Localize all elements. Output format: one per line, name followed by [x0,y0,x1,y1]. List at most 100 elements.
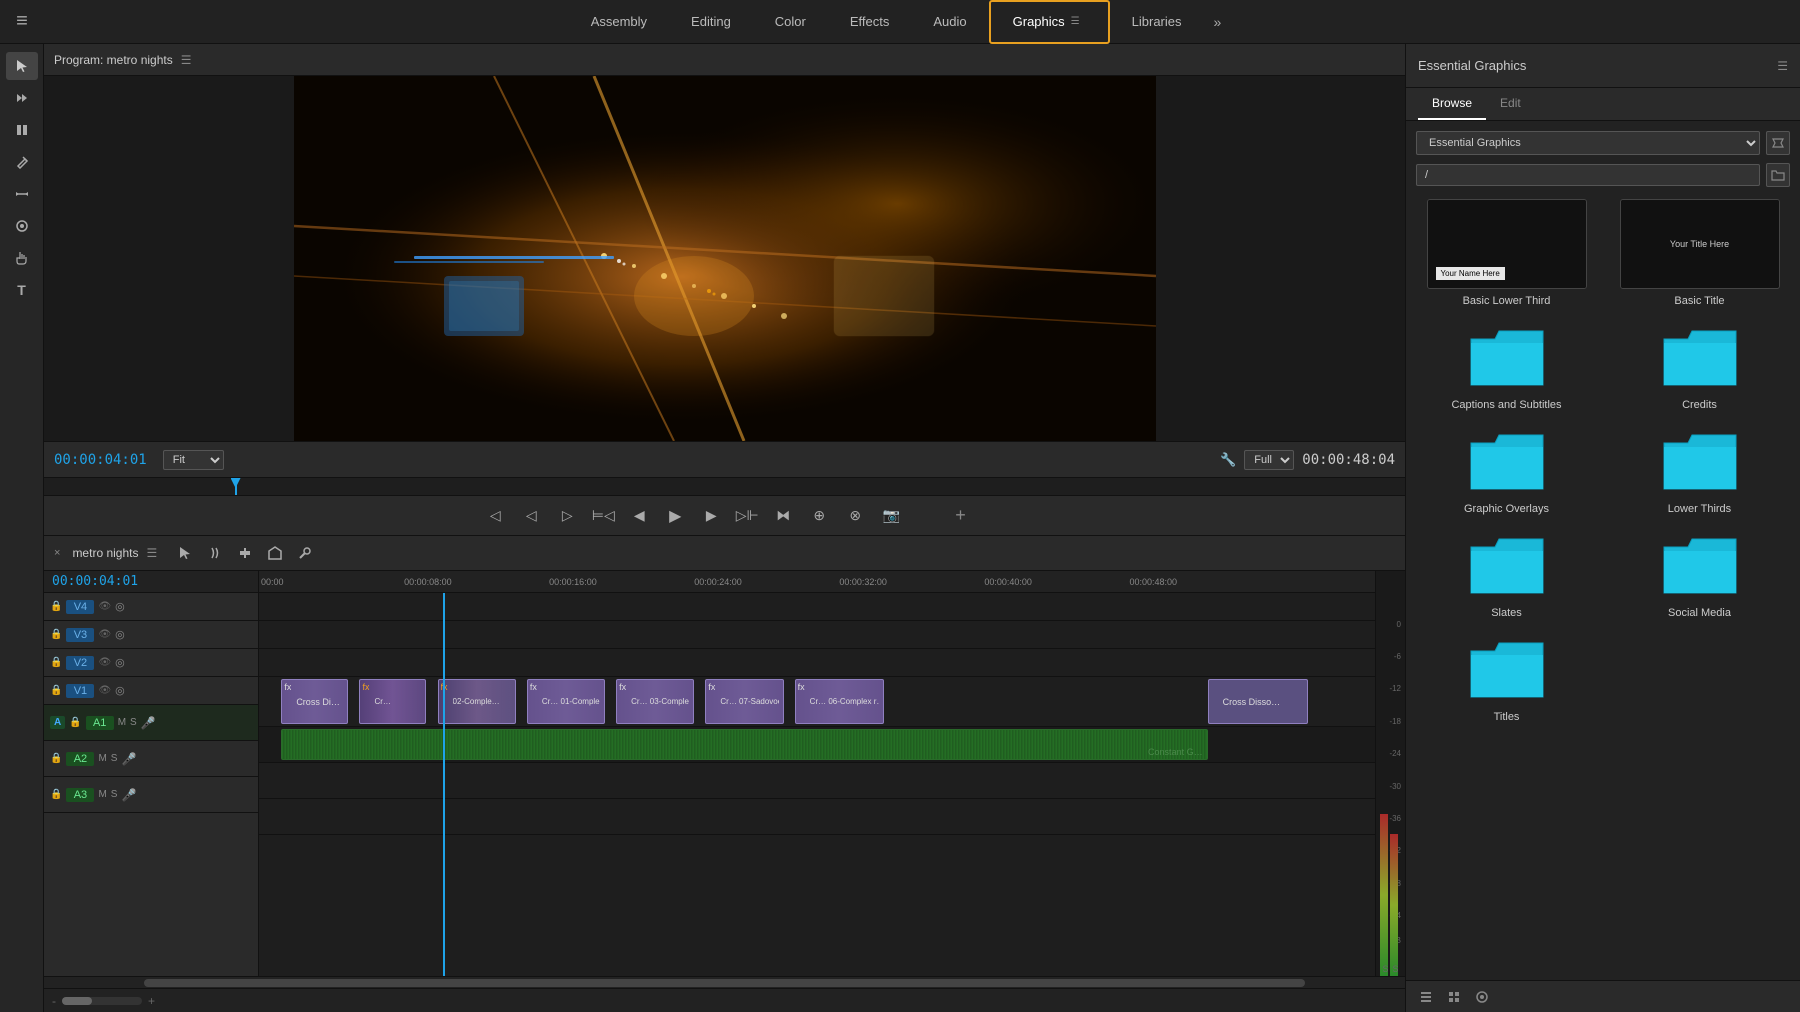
mark-in-button[interactable]: ◁ [483,504,507,528]
track-mute-a3[interactable]: M [98,789,106,800]
zoom-slider[interactable] [62,997,92,1005]
timeline-marker-tool[interactable] [263,541,287,565]
track-mute-a1[interactable]: M [118,717,126,728]
track-v4[interactable] [259,593,1375,621]
hand-tool[interactable] [6,244,38,272]
track-lock-v1[interactable]: 🔒 [50,685,62,696]
track-lock-v3[interactable]: 🔒 [50,629,62,640]
eg-path-input[interactable] [1416,164,1760,186]
track-v1[interactable]: fx Cross Di… fx Cr… fx [259,677,1375,727]
nav-item-graphics[interactable]: Graphics ☰ [989,0,1110,44]
horizontal-scrollbar[interactable] [44,976,1405,988]
eg-source-dropdown[interactable]: Essential Graphics Local Templates Folde… [1416,131,1760,155]
timeline-menu-icon[interactable]: ☰ [146,546,157,560]
track-select-tool[interactable] [6,84,38,112]
track-a1[interactable]: Constant G… [259,727,1375,763]
clip-cross-dissolve-end[interactable]: Cross Disso… [1208,679,1308,724]
type-tool[interactable]: T [6,276,38,304]
loop-button[interactable]: ⧓ [771,504,795,528]
fit-dropdown[interactable]: Fit 25% 50% 75% 100% [163,450,224,470]
close-timeline-button[interactable]: × [54,547,60,559]
track-eye-v2[interactable]: 👁 [98,657,111,668]
nav-item-assembly[interactable]: Assembly [569,0,669,44]
play-button[interactable]: ▶ [663,504,687,528]
wrench-icon[interactable]: 🔧 [1220,452,1236,468]
eg-settings-button[interactable] [1472,987,1492,1007]
clip-03[interactable]: fx Cr… 03-Comple… [616,679,694,724]
track-solo-a2[interactable]: S [111,753,118,764]
track-mute-v1[interactable]: ◎ [115,684,125,697]
clip-04[interactable]: fx Cr… [359,679,426,724]
clip-06[interactable]: fx Cr… 06-Complex r… [795,679,884,724]
nav-item-audio[interactable]: Audio [911,0,988,44]
export-frame-button[interactable]: 📷 [879,504,903,528]
track-solo-a1[interactable]: S [130,717,137,728]
clip-02[interactable]: fx 02-Comple… [438,679,516,724]
track-eye-v4[interactable]: 👁 [98,601,111,612]
folder-graphic-overlays[interactable]: Graphic Overlays [1416,427,1597,515]
slip-tool[interactable] [6,180,38,208]
folder-captions-subtitles[interactable]: Captions and Subtitles [1416,323,1597,411]
ripple-edit-tool[interactable] [6,116,38,144]
play-back-button[interactable]: ◀ [627,504,651,528]
track-mute-a2[interactable]: M [98,753,106,764]
scrubber-track[interactable] [44,478,1405,495]
timeline-zoom-out[interactable]: - [52,994,56,1008]
template-basic-lower-third[interactable]: Your Name Here Basic Lower Third [1416,199,1597,307]
step-fwd-frame-button[interactable]: ▷ [555,504,579,528]
template-basic-title[interactable]: Your Title Here Basic Title [1609,199,1790,307]
clip-07[interactable]: fx Cr… 07-Sadovoe… [705,679,783,724]
track-fwd-tool[interactable] [6,212,38,240]
quality-dropdown[interactable]: Full 1/2 1/4 1/8 [1244,450,1294,470]
insert-button[interactable]: ⊕ [807,504,831,528]
track-solo-a3[interactable]: S [111,789,118,800]
track-a3[interactable] [259,799,1375,835]
select-tool[interactable] [6,52,38,80]
folder-credits[interactable]: Credits [1609,323,1790,411]
scroll-thumb[interactable] [144,979,1305,987]
track-lock-v2[interactable]: 🔒 [50,657,62,668]
track-a2[interactable] [259,763,1375,799]
timeline-wrench-tool[interactable] [293,541,317,565]
timeline-selection-tool[interactable] [173,541,197,565]
overwrite-button[interactable]: ⊗ [843,504,867,528]
eg-list-view-button[interactable] [1416,987,1436,1007]
nav-item-libraries[interactable]: Libraries [1110,0,1204,44]
folder-social-media[interactable]: Social Media [1609,531,1790,619]
track-v2[interactable] [259,649,1375,677]
scrubber-bar[interactable] [44,477,1405,495]
nav-item-effects[interactable]: Effects [828,0,912,44]
eg-panel-menu[interactable]: ☰ [1777,59,1788,73]
go-to-out-button[interactable]: ▷⊩ [735,504,759,528]
nav-item-editing[interactable]: Editing [669,0,753,44]
timeline-zoom-in[interactable]: + [148,994,155,1008]
eg-tab-browse[interactable]: Browse [1418,88,1486,120]
track-mic-a1[interactable]: 🎤 [141,716,156,730]
track-mic-a3[interactable]: 🎤 [121,788,136,802]
template-thumb-basic-title[interactable]: Your Title Here [1620,199,1780,289]
folder-slates[interactable]: Slates [1416,531,1597,619]
nav-more-button[interactable]: » [1204,14,1232,30]
track-mic-a2[interactable]: 🎤 [121,752,136,766]
template-thumb-basic-lower-third[interactable]: Your Name Here [1427,199,1587,289]
track-lock-a2[interactable]: 🔒 [50,753,62,764]
step-back-frame-button[interactable]: ◁ [519,504,543,528]
nav-item-color[interactable]: Color [753,0,828,44]
go-to-in-button[interactable]: ⊨◁ [591,504,615,528]
track-mute-v4[interactable]: ◎ [115,600,125,613]
track-lock-a1[interactable]: 🔒 [69,717,81,728]
track-v3[interactable] [259,621,1375,649]
folder-titles[interactable]: Titles [1416,635,1597,723]
eg-grid-view-button[interactable] [1444,987,1464,1007]
track-lock-a3[interactable]: 🔒 [50,789,62,800]
clip-01[interactable]: fx Cr… 01-Comple… [527,679,605,724]
timeline-track-select-tool[interactable] [233,541,257,565]
folder-lower-thirds[interactable]: Lower Thirds [1609,427,1790,515]
track-eye-v1[interactable]: 👁 [98,685,111,696]
track-lock-v4[interactable]: 🔒 [50,601,62,612]
eg-path-folder-icon[interactable] [1766,163,1790,187]
pen-tool[interactable] [6,148,38,176]
timeline-ripple-tool[interactable] [203,541,227,565]
audio-clip-a1[interactable]: Constant G… [281,729,1207,760]
play-fwd-button[interactable]: ▶ [699,504,723,528]
